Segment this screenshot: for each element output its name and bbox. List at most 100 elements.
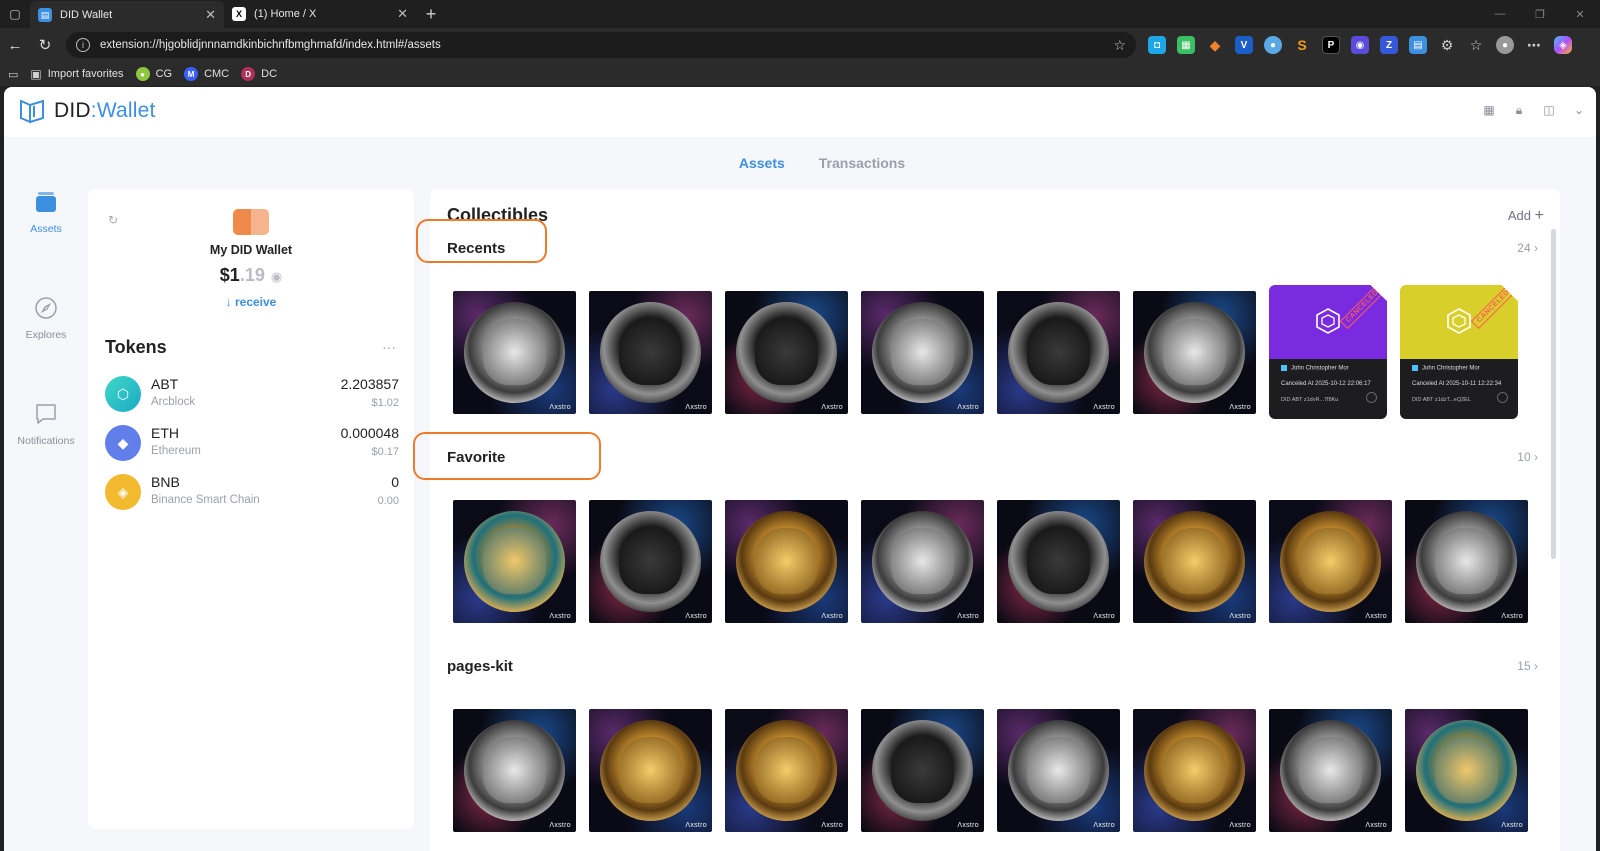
- sidepanel-icon[interactable]: ◫: [1540, 101, 1558, 119]
- nft-card[interactable]: Λxstro: [725, 709, 848, 832]
- tab-assets[interactable]: Assets: [739, 155, 785, 171]
- nft-card[interactable]: Λxstro: [1133, 709, 1256, 832]
- close-window-icon[interactable]: ✕: [1560, 0, 1600, 28]
- back-icon[interactable]: ←: [0, 30, 30, 60]
- tab-did-wallet[interactable]: ▤ DID Wallet ✕: [30, 1, 224, 29]
- token-row-abt[interactable]: ⬡ ABT Arcblock 2.203857 $1.02: [105, 374, 399, 414]
- qr-scan-icon[interactable]: ▦: [1480, 101, 1498, 119]
- tab-actions-icon[interactable]: ▢: [0, 0, 30, 28]
- section-count-pages-kit[interactable]: 15 ›: [1517, 659, 1538, 673]
- chevron-down-icon[interactable]: ⌄: [1570, 101, 1588, 119]
- tab-transactions[interactable]: Transactions: [819, 155, 905, 171]
- nft-figure-image: [619, 528, 682, 594]
- z-extension-icon[interactable]: Z: [1380, 36, 1398, 54]
- nft-card[interactable]: Λxstro: [1269, 709, 1392, 832]
- nft-card[interactable]: Λxstro: [453, 500, 576, 623]
- add-button[interactable]: Add +: [1508, 207, 1544, 225]
- nft-card[interactable]: Λxstro: [589, 291, 712, 414]
- wallet-name: My DID Wallet: [209, 243, 293, 257]
- nft-card[interactable]: Λxstro: [589, 500, 712, 623]
- token-row-bnb[interactable]: ◈ BNB Binance Smart Chain 0 0.00: [105, 472, 399, 512]
- receive-button[interactable]: ↓ receive: [88, 295, 414, 309]
- nft-brand-tag: Λxstro: [1093, 404, 1115, 411]
- address-bar[interactable]: i extension://hjgoblidjnnnamdkinbichnfbm…: [66, 32, 1136, 58]
- bookmark-cg[interactable]: ● CG: [135, 67, 172, 81]
- nft-card[interactable]: Λxstro: [453, 291, 576, 414]
- d-extension-icon[interactable]: ◉: [1351, 36, 1369, 54]
- did-wallet-extension-icon[interactable]: ▤: [1409, 36, 1427, 54]
- section-count-recents[interactable]: 24 ›: [1517, 241, 1538, 255]
- nft-card[interactable]: Λxstro: [725, 500, 848, 623]
- extension-2-icon[interactable]: ▦: [1177, 36, 1195, 54]
- did-wallet-logo[interactable]: DID:Wallet: [18, 97, 156, 125]
- bookmark-cmc[interactable]: M CMC: [184, 67, 229, 81]
- nft-card[interactable]: Λxstro: [861, 291, 984, 414]
- nft-card[interactable]: Λxstro: [997, 500, 1120, 623]
- nft-card[interactable]: Λxstro: [1405, 500, 1528, 623]
- extensions-puzzle-icon[interactable]: ⚙: [1438, 36, 1456, 54]
- favorites-icon[interactable]: ☆: [1467, 36, 1485, 54]
- nft-card[interactable]: Λxstro: [1133, 500, 1256, 623]
- close-tab-icon[interactable]: ✕: [397, 6, 408, 22]
- lock-icon[interactable]: 🔒︎: [1510, 101, 1528, 119]
- restore-icon[interactable]: ❐: [1520, 0, 1560, 28]
- collectibles-panel: Collectibles Add + Recents 24 › Λxstro Λx…: [413, 189, 1560, 851]
- nft-figure-image: [1027, 737, 1090, 803]
- bookmark-import-favorites[interactable]: ▣ Import favorites: [30, 67, 123, 81]
- token-row-eth[interactable]: ◆ ETH Ethereum 0.000048 $0.17: [105, 423, 399, 463]
- nft-figure-image: [1163, 737, 1226, 803]
- favorite-star-icon[interactable]: ☆: [1113, 37, 1126, 54]
- scrollbar[interactable]: [1551, 229, 1556, 559]
- nft-card[interactable]: Λxstro: [997, 709, 1120, 832]
- nft-card[interactable]: Λxstro: [861, 500, 984, 623]
- close-tab-icon[interactable]: ✕: [205, 7, 216, 23]
- nft-card[interactable]: Λxstro: [1133, 291, 1256, 414]
- nft-card[interactable]: Λxstro: [589, 709, 712, 832]
- sidenav-explores[interactable]: Explores: [4, 295, 88, 401]
- section-count-favorite[interactable]: 10 ›: [1517, 450, 1538, 464]
- ticket-holder: John Christopher Mor: [1412, 365, 1480, 372]
- metamask-icon[interactable]: ◆: [1206, 36, 1224, 54]
- nft-card[interactable]: Λxstro: [453, 709, 576, 832]
- sidenav-notifications[interactable]: Notifications: [4, 401, 88, 507]
- tab-title: DID Wallet: [60, 9, 113, 21]
- nft-grid-recents: Λxstro Λxstro Λxstro Λxstro Λxstro Λxstro CANC…: [453, 285, 1518, 419]
- app-header: DID:Wallet ▦ 🔒︎ ◫ ⌄: [4, 87, 1596, 137]
- nft-brand-tag: Λxstro: [957, 404, 979, 411]
- sidenav-assets[interactable]: Assets: [4, 189, 88, 295]
- bookmark-label: CMC: [204, 68, 230, 80]
- reload-icon[interactable]: ↻: [30, 30, 60, 60]
- nft-card[interactable]: Λxstro: [725, 291, 848, 414]
- globe-icon[interactable]: ●: [1264, 36, 1282, 54]
- nft-ticket-card[interactable]: CANCELED John Christopher Mor Canceled At …: [1269, 285, 1387, 419]
- s-extension-icon[interactable]: S: [1293, 36, 1311, 54]
- nft-ticket-card[interactable]: CANCELED John Christopher Mor Canceled At …: [1400, 285, 1518, 419]
- more-options-icon[interactable]: ···: [382, 339, 396, 355]
- section-title-pages-kit[interactable]: pages-kit: [447, 658, 513, 675]
- ticket-footer: DID ABT z1dvR...7f8Ku: [1281, 397, 1339, 403]
- nft-brand-tag: Λxstro: [685, 822, 707, 829]
- bookmark-dc[interactable]: D DC: [241, 67, 277, 81]
- profile-avatar[interactable]: ●: [1496, 36, 1514, 54]
- eye-icon[interactable]: ◉: [271, 269, 282, 284]
- bookmarks-menu-icon[interactable]: ▭: [8, 68, 18, 81]
- nft-card[interactable]: Λxstro: [1405, 709, 1528, 832]
- nft-figure-image: [891, 319, 954, 385]
- x-favicon-icon: X: [232, 7, 246, 21]
- nft-card[interactable]: Λxstro: [861, 709, 984, 832]
- vpn-icon[interactable]: V: [1235, 36, 1253, 54]
- minimize-icon[interactable]: —: [1480, 0, 1520, 28]
- site-info-icon[interactable]: i: [76, 38, 90, 52]
- more-menu-icon[interactable]: ⋯: [1525, 36, 1543, 54]
- nft-card[interactable]: Λxstro: [997, 291, 1120, 414]
- new-tab-icon[interactable]: +: [416, 4, 446, 25]
- nft-card[interactable]: Λxstro: [1269, 500, 1392, 623]
- balance-main: $1: [219, 265, 240, 285]
- header-actions: ▦ 🔒︎ ◫ ⌄: [1480, 101, 1588, 119]
- tab-x-home[interactable]: X (1) Home / X ✕: [224, 0, 416, 28]
- copilot-icon[interactable]: ◈: [1554, 36, 1572, 54]
- extension-1-icon[interactable]: ◘: [1148, 36, 1166, 54]
- plus-icon: +: [1534, 207, 1544, 224]
- p-extension-icon[interactable]: P: [1322, 36, 1340, 54]
- refresh-icon[interactable]: ↻: [108, 213, 118, 227]
